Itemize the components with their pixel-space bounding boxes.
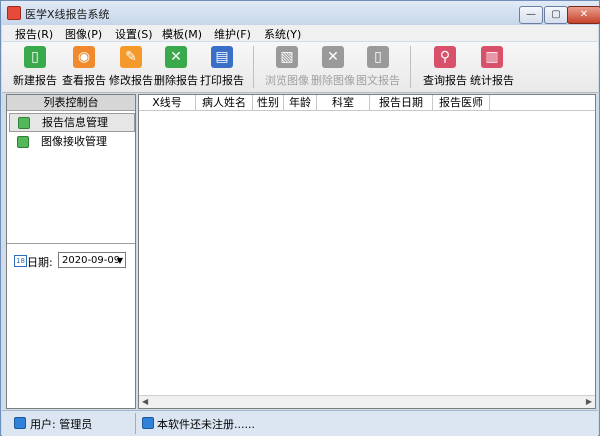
column-header-xray-no[interactable]: X线号 [139, 95, 196, 110]
toolbar: ▯ 新建报告 ◉ 查看报告 ✎ 修改报告 ✕ 删除报告 ▤ 打印报告 ▧ 浏览图… [2, 42, 598, 121]
panel-header: 列表控制台 [7, 95, 135, 111]
nav-item-label: 图像接收管理 [41, 135, 107, 148]
scroll-left-icon[interactable]: ◀ [142, 397, 148, 406]
title-bar[interactable]: 医学X线报告系统 — ▢ ✕ [1, 1, 600, 25]
new-report-button[interactable]: ▯ 新建报告 [8, 46, 62, 90]
table-header: X线号 病人姓名 性别 年龄 科室 报告日期 报告医师 [139, 95, 595, 111]
delete-doc-icon: ✕ [165, 46, 187, 68]
edit-doc-icon: ✎ [120, 46, 142, 68]
view-report-label: 查看报告 [62, 74, 106, 87]
menu-system[interactable]: 系统(Y) [264, 26, 301, 42]
status-user: 用户: 管理员 [30, 418, 93, 431]
menu-settings[interactable]: 设置(S) [115, 26, 153, 42]
image-receive-icon [17, 136, 29, 148]
scroll-right-icon[interactable]: ▶ [586, 397, 592, 406]
window-title: 医学X线报告系统 [25, 8, 110, 21]
column-header-report-date[interactable]: 报告日期 [370, 95, 433, 110]
image-report-button[interactable]: ▯ 图文报告 [351, 46, 405, 90]
chevron-down-icon[interactable]: ▼ [117, 253, 123, 269]
stats-report-button[interactable]: ▥ 统计报告 [465, 46, 519, 90]
menu-bar: 报告(R) 图像(P) 设置(S) 模板(M) 维护(F) 系统(Y) [2, 25, 598, 41]
column-header-department[interactable]: 科室 [317, 95, 370, 110]
stats-report-label: 统计报告 [470, 74, 514, 87]
view-doc-icon: ◉ [73, 46, 95, 68]
print-report-label: 打印报告 [200, 74, 244, 87]
date-value: 2020-09-09 [62, 255, 121, 266]
close-button[interactable]: ✕ [567, 6, 600, 24]
report-table: X线号 病人姓名 性别 年龄 科室 报告日期 报告医师 ◀ ▶ [138, 94, 596, 409]
search-report-button[interactable]: ⚲ 查询报告 [418, 46, 472, 90]
status-bar: 用户: 管理员 本软件还未注册...... [2, 410, 598, 436]
menu-image[interactable]: 图像(P) [65, 26, 102, 42]
column-header-gender[interactable]: 性别 [253, 95, 284, 110]
horizontal-scrollbar[interactable]: ◀ ▶ [139, 395, 595, 408]
report-icon: ▯ [367, 46, 389, 68]
chart-icon: ▥ [481, 46, 503, 68]
minimize-button[interactable]: — [519, 6, 543, 24]
print-icon: ▤ [211, 46, 233, 68]
info-icon [142, 417, 154, 429]
print-report-button[interactable]: ▤ 打印报告 [195, 46, 249, 90]
image-icon: ▧ [276, 46, 298, 68]
column-header-patient-name[interactable]: 病人姓名 [196, 95, 253, 110]
menu-template[interactable]: 模板(M) [162, 26, 202, 42]
menu-maintenance[interactable]: 维护(F) [214, 26, 251, 42]
nav-item-report-info[interactable]: 报告信息管理 [9, 113, 135, 132]
image-report-label: 图文报告 [356, 74, 400, 87]
column-header-age[interactable]: 年龄 [284, 95, 317, 110]
calendar-icon: 18 [14, 255, 27, 267]
new-doc-icon: ▯ [24, 46, 46, 68]
left-panel: 列表控制台 报告信息管理 图像接收管理 18 日期: 2020-09-09 ▼ [6, 94, 136, 409]
nav-item-image-receive[interactable]: 图像接收管理 [9, 133, 133, 150]
app-icon [7, 6, 21, 20]
user-icon [14, 417, 26, 429]
search-report-label: 查询报告 [423, 74, 467, 87]
delete-image-icon: ✕ [322, 46, 344, 68]
toolbar-separator [410, 46, 411, 88]
search-icon: ⚲ [434, 46, 456, 68]
nav-item-label: 报告信息管理 [42, 116, 108, 129]
report-info-icon [18, 117, 30, 129]
toolbar-separator [253, 46, 254, 88]
status-note: 本软件还未注册...... [157, 418, 255, 431]
menu-report[interactable]: 报告(R) [15, 26, 53, 42]
date-filter-area: 18 日期: 2020-09-09 ▼ [7, 243, 135, 408]
maximize-button[interactable]: ▢ [544, 6, 568, 24]
view-report-button[interactable]: ◉ 查看报告 [57, 46, 111, 90]
date-picker[interactable]: 2020-09-09 ▼ [58, 252, 126, 268]
column-header-report-doctor[interactable]: 报告医师 [433, 95, 490, 110]
date-label: 日期: [27, 256, 53, 269]
main-window: 医学X线报告系统 — ▢ ✕ 报告(R) 图像(P) 设置(S) 模板(M) 维… [0, 0, 600, 436]
new-report-label: 新建报告 [13, 74, 57, 87]
status-divider [135, 413, 136, 434]
